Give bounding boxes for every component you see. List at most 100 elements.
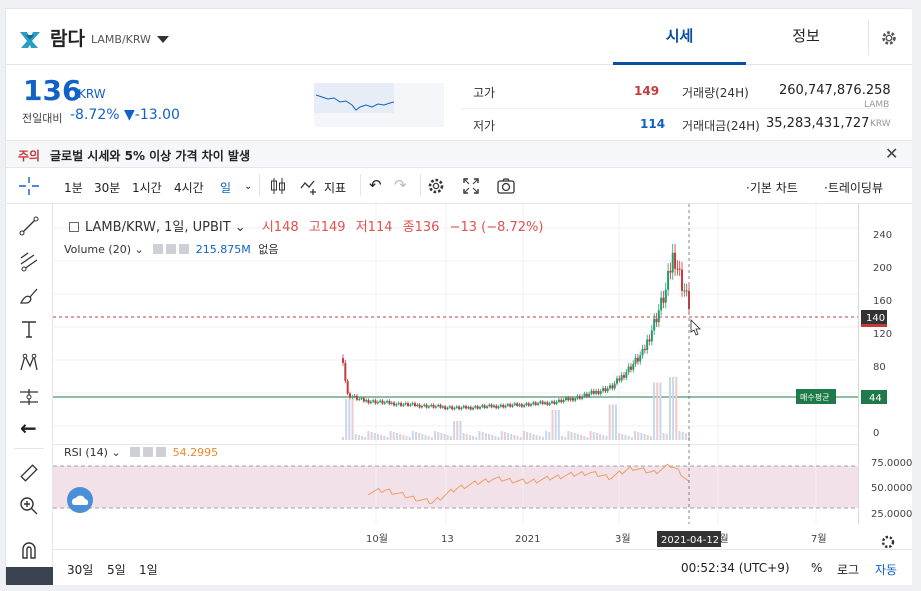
candle — [530, 404, 533, 406]
volume-bar — [472, 436, 475, 440]
avg-buy-label: 매수평균 — [800, 392, 829, 402]
settings-small-icon[interactable] — [166, 244, 177, 254]
candle — [351, 396, 354, 398]
interval-30m[interactable]: 30분 — [94, 179, 120, 196]
interval-dropdown-icon[interactable]: ⌄ — [244, 181, 252, 192]
fib-retracement-icon[interactable] — [18, 250, 40, 272]
settings-small-icon[interactable] — [143, 447, 154, 457]
volume-bar — [440, 433, 443, 440]
tab-info[interactable]: 정보 — [746, 25, 866, 65]
brush-icon[interactable] — [18, 285, 40, 307]
candle — [472, 407, 475, 410]
candle-type-icon[interactable] — [268, 176, 288, 196]
interval-1m[interactable]: 1분 — [64, 179, 83, 196]
range-5d[interactable]: 5일 — [107, 561, 126, 578]
candle — [662, 297, 665, 303]
candle — [353, 395, 356, 397]
legend-toggle-icon[interactable] — [69, 222, 79, 232]
volume-bar — [449, 436, 452, 440]
volume-bar — [513, 435, 516, 440]
text-tool-icon[interactable] — [18, 318, 40, 340]
gear-icon[interactable] — [880, 29, 898, 47]
volume-bar — [545, 431, 548, 440]
undo-icon[interactable]: ↶ — [369, 176, 382, 194]
volume-bar — [491, 435, 494, 440]
auto-scale-toggle[interactable]: 자동 — [875, 561, 897, 578]
candle — [420, 406, 423, 408]
crosshair-price-text: 140 — [866, 313, 885, 324]
candle — [455, 406, 458, 408]
volume-bar — [532, 434, 535, 440]
range-30d[interactable]: 30일 — [67, 561, 93, 578]
remove-icon[interactable] — [179, 244, 190, 254]
candle — [513, 403, 516, 406]
measure-icon[interactable] — [18, 386, 40, 408]
volume-bar — [564, 437, 567, 440]
eye-icon[interactable] — [153, 244, 164, 254]
coin-dropdown-caret-icon[interactable] — [157, 36, 169, 43]
zoom-in-icon[interactable] — [18, 495, 40, 517]
volume-bar — [345, 399, 348, 440]
crosshair-icon[interactable] — [18, 176, 40, 196]
coin-name[interactable]: 람다 — [50, 24, 85, 51]
indicator-icon[interactable] — [299, 176, 319, 196]
candle — [458, 406, 461, 410]
basic-chart-toggle[interactable]: ·기본 차트 — [746, 179, 798, 196]
legend-high-label: 고 — [308, 220, 321, 235]
legend-symbol[interactable]: LAMB/KRW, 1일, UPBIT — [85, 220, 231, 235]
coin-pair[interactable]: LAMB/KRW — [91, 33, 151, 46]
redo-icon[interactable]: ↷ — [394, 176, 407, 194]
eye-icon[interactable] — [130, 447, 141, 457]
settings-icon[interactable] — [426, 176, 446, 196]
range-1d[interactable]: 1일 — [139, 561, 158, 578]
interval-1d[interactable]: 일 — [220, 179, 231, 196]
mini-price-chart — [314, 83, 444, 127]
candle — [476, 406, 479, 409]
volume-bar — [672, 377, 675, 440]
volume-bar — [459, 421, 462, 440]
camera-icon[interactable] — [496, 176, 516, 196]
candle — [676, 268, 679, 270]
candle — [437, 404, 440, 407]
candle — [495, 405, 498, 409]
candle — [490, 404, 493, 408]
fullscreen-icon[interactable] — [461, 176, 481, 196]
candle — [625, 372, 628, 378]
candle — [448, 406, 451, 408]
amount-value: 35,283,431,727 — [766, 116, 870, 131]
notice-tag: 주의 — [18, 149, 41, 163]
legend-close-label: 종 — [402, 220, 415, 235]
candle — [348, 393, 351, 398]
ruler-icon[interactable] — [18, 462, 40, 484]
volume-bar — [475, 437, 478, 440]
interval-4h[interactable]: 4시간 — [174, 179, 204, 196]
candle — [669, 270, 672, 273]
percent-scale-toggle[interactable]: % — [811, 561, 822, 575]
collapse-toolbar-button[interactable] — [6, 567, 53, 585]
close-icon[interactable]: ✕ — [885, 144, 898, 163]
arrow-left-icon[interactable]: ← — [20, 416, 37, 440]
volume-bar — [364, 437, 367, 440]
candle — [397, 402, 400, 405]
candle — [564, 397, 567, 400]
clock[interactable]: 00:52:34 (UTC+9) — [681, 561, 790, 575]
candle — [402, 404, 405, 406]
magnet-icon[interactable] — [18, 540, 40, 562]
rsi-legend-label[interactable]: RSI (14) — [64, 446, 108, 459]
volume-legend-label[interactable]: Volume (20) — [64, 243, 131, 256]
candle — [430, 404, 433, 407]
volume-bar — [592, 432, 595, 440]
volume-bar — [586, 437, 589, 440]
volume-bar — [484, 433, 487, 440]
tradingview-toggle[interactable]: ·트레이딩뷰 — [824, 179, 883, 196]
cloud-icon[interactable] — [67, 487, 93, 513]
volume-bar — [373, 433, 376, 440]
log-scale-toggle[interactable]: 로그 — [837, 561, 859, 578]
candle — [520, 404, 523, 407]
indicator-label[interactable]: 지표 — [324, 179, 346, 196]
tab-quote[interactable]: 시세 — [613, 25, 746, 65]
trend-line-icon[interactable] — [18, 215, 40, 237]
pattern-icon[interactable] — [18, 352, 40, 374]
interval-1h[interactable]: 1시간 — [132, 179, 162, 196]
remove-icon[interactable] — [156, 447, 167, 457]
